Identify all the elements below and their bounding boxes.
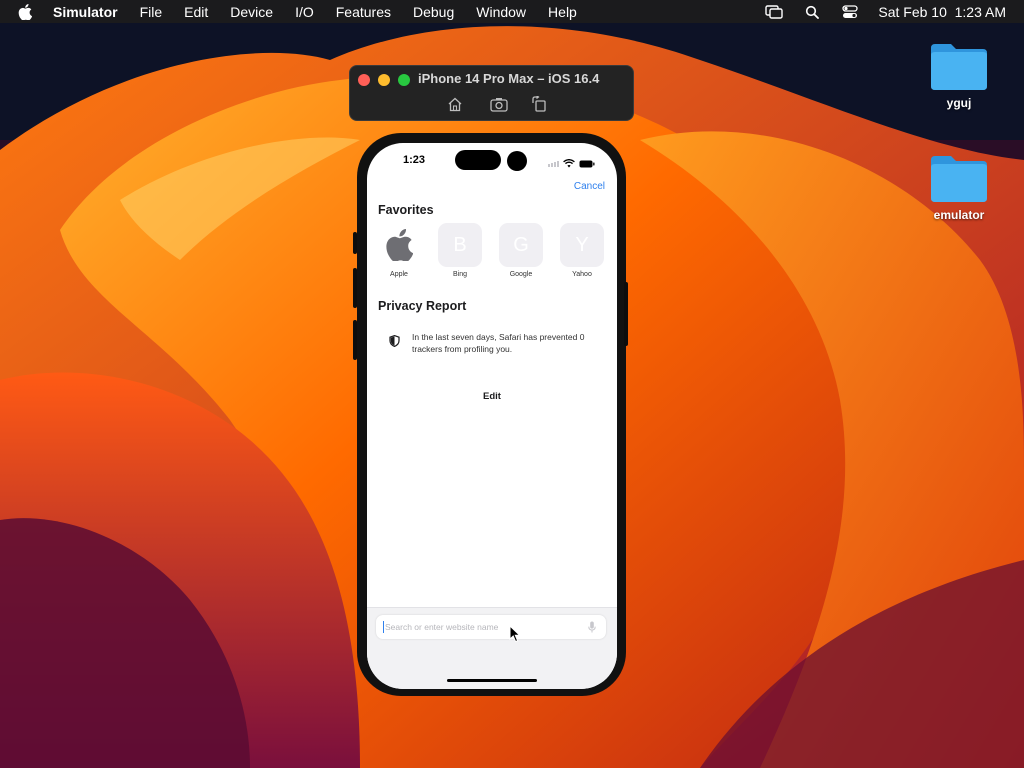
favorites-title: Favorites <box>378 203 434 217</box>
desktop-folder-emulator[interactable]: emulator <box>924 152 994 222</box>
dynamic-island <box>455 150 501 170</box>
menu-features[interactable]: Features <box>336 4 391 20</box>
status-time: 1:23 <box>403 154 426 166</box>
favorite-monogram: G <box>499 223 543 267</box>
mouse-pointer-icon <box>509 625 521 643</box>
menu-device[interactable]: Device <box>230 4 273 20</box>
battery-icon <box>579 155 595 173</box>
favorite-monogram: B <box>438 223 482 267</box>
simulator-toolbar: iPhone 14 Pro Max – iOS 16.4 <box>349 65 634 121</box>
menu-edit[interactable]: Edit <box>184 4 208 20</box>
home-icon[interactable] <box>446 96 464 112</box>
microphone-icon[interactable] <box>588 620 596 638</box>
menu-bar-clock[interactable]: Sat Feb 10 1:23 AM <box>878 4 1006 20</box>
wifi-icon <box>563 155 575 173</box>
edit-button[interactable]: Edit <box>367 391 617 402</box>
apple-menu-icon[interactable] <box>18 3 34 20</box>
desktop-folder-label: yguj <box>946 96 972 110</box>
favorite-bing[interactable]: B Bing <box>437 223 483 278</box>
close-window-button[interactable] <box>358 74 370 86</box>
favorite-label: Bing <box>452 271 467 278</box>
privacy-report-card[interactable]: In the last seven days, Safari has preve… <box>389 331 599 355</box>
minimize-window-button[interactable] <box>378 74 390 86</box>
folder-icon <box>931 44 987 90</box>
action-button <box>353 232 357 254</box>
privacy-report-text: In the last seven days, Safari has preve… <box>412 332 585 354</box>
menu-debug[interactable]: Debug <box>413 4 454 20</box>
zoom-window-button[interactable] <box>398 74 410 86</box>
menu-io[interactable]: I/O <box>295 4 314 20</box>
text-caret <box>383 621 384 633</box>
desktop-folder-yguj[interactable]: yguj <box>924 40 994 110</box>
cellular-icon <box>548 161 559 167</box>
simulator-title: iPhone 14 Pro Max – iOS 16.4 <box>418 71 600 86</box>
favorite-google[interactable]: G Google <box>498 223 544 278</box>
shield-icon <box>389 334 400 352</box>
favorite-label: Google <box>509 271 533 278</box>
privacy-report-title: Privacy Report <box>378 299 467 313</box>
power-button <box>624 282 628 346</box>
apple-logo-icon <box>377 223 421 267</box>
menu-window[interactable]: Window <box>476 4 526 20</box>
front-camera <box>507 151 527 171</box>
home-indicator[interactable] <box>447 679 537 682</box>
favorite-yahoo[interactable]: Y Yahoo <box>559 223 605 278</box>
menu-help[interactable]: Help <box>548 4 577 20</box>
menu-file[interactable]: File <box>140 4 163 20</box>
menu-bar: Simulator File Edit Device I/O Features … <box>0 0 1024 23</box>
favorite-label: Yahoo <box>572 271 592 278</box>
volume-down-button <box>353 320 357 360</box>
cancel-button[interactable]: Cancel <box>574 181 605 192</box>
screen-mirror-icon[interactable] <box>764 4 784 20</box>
control-center-icon[interactable] <box>840 4 860 20</box>
folder-icon <box>931 156 987 202</box>
address-search-field[interactable]: Search or enter website name <box>376 615 606 639</box>
screenshot-icon[interactable] <box>490 96 508 112</box>
favorite-label: Apple <box>390 271 408 278</box>
favorite-apple[interactable]: Apple <box>376 223 422 278</box>
menu-simulator[interactable]: Simulator <box>53 4 118 20</box>
volume-up-button <box>353 268 357 308</box>
search-placeholder: Search or enter website name <box>385 622 499 632</box>
status-icons <box>548 155 595 173</box>
search-icon[interactable] <box>802 4 822 20</box>
favorite-monogram: Y <box>560 223 604 267</box>
menu-bar-status: Sat Feb 10 1:23 AM <box>764 0 1006 23</box>
rotate-icon[interactable] <box>530 96 548 112</box>
iphone-screen: 1:23 Cancel Favorites Apple B Bing G Goo… <box>367 143 617 689</box>
desktop-folder-label: emulator <box>933 208 985 222</box>
